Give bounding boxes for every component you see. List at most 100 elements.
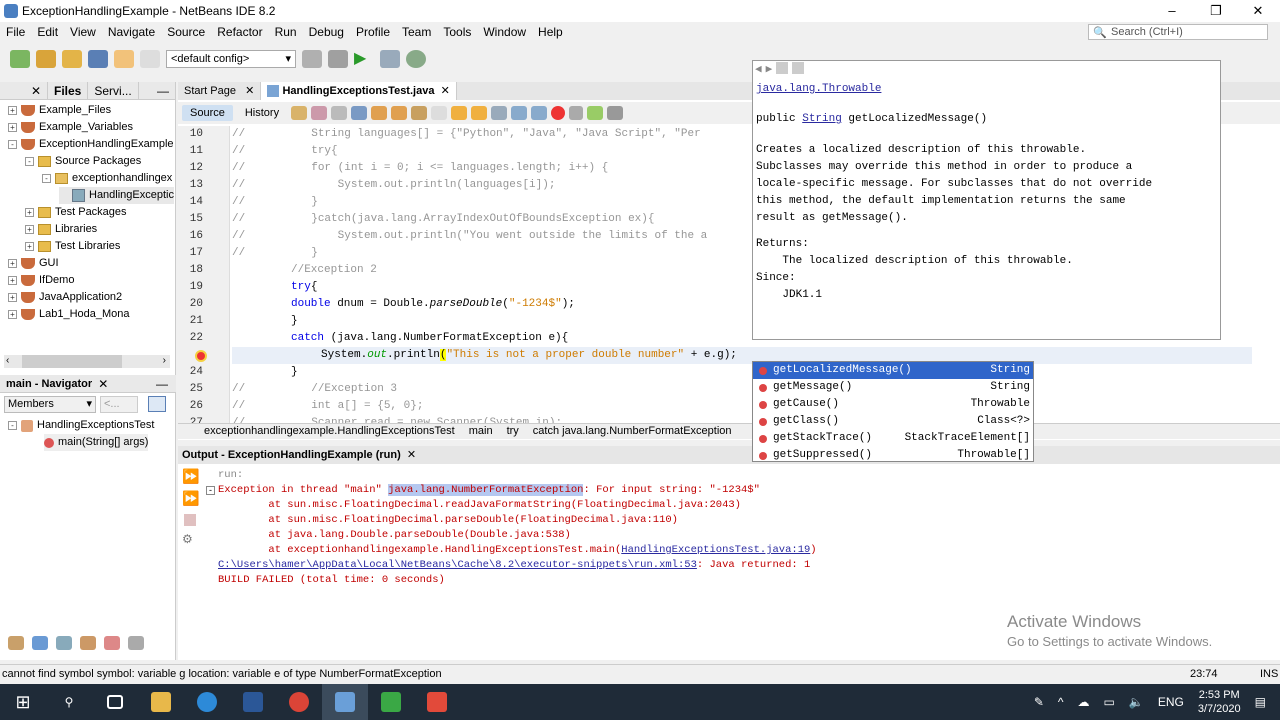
minimize-button[interactable]: – [1150, 0, 1194, 22]
chrome-icon[interactable] [276, 684, 322, 720]
sig-type-link[interactable]: String [802, 113, 842, 125]
expand-icon[interactable]: + [8, 259, 17, 268]
tree-item[interactable]: + Test Libraries [25, 238, 120, 255]
menu-debug[interactable]: Debug [303, 25, 350, 39]
ie-icon[interactable] [184, 684, 230, 720]
breadcrumb-class[interactable]: exceptionhandlingexample.HandlingExcepti… [204, 424, 455, 439]
javadoc-browser-icon[interactable] [776, 62, 789, 74]
netbeans-taskbar-icon[interactable] [322, 684, 368, 720]
expand-icon[interactable]: + [25, 242, 34, 251]
close-output-icon[interactable]: ✕ [407, 449, 416, 461]
word-icon[interactable] [230, 684, 276, 720]
volume-icon[interactable]: 🔈 [1129, 695, 1144, 709]
menu-refactor[interactable]: Refactor [211, 25, 268, 39]
tab-files[interactable]: Files [48, 82, 89, 99]
close-button[interactable]: ✕ [1236, 0, 1280, 22]
completion-item[interactable]: getCause() Throwable [753, 396, 1033, 413]
camtasia-icon[interactable] [368, 684, 414, 720]
fields-filter-icon[interactable] [8, 636, 24, 650]
record-macro-icon[interactable] [551, 106, 566, 120]
static-filter-icon[interactable] [32, 636, 48, 650]
trace-link[interactable]: HandlingExceptionsTest.java:19 [621, 544, 810, 556]
filter-select[interactable]: <... [100, 396, 138, 413]
menu-tools[interactable]: Tools [437, 25, 477, 39]
completion-item[interactable]: getClass() Class<?> [753, 413, 1033, 430]
tree-item[interactable]: + Libraries [25, 221, 97, 238]
debug-icon[interactable] [380, 50, 400, 68]
open-project-icon[interactable] [62, 50, 82, 68]
toggle-highlight-icon[interactable] [411, 106, 428, 120]
tree-item[interactable]: - ExceptionHandlingExample [8, 136, 174, 153]
navigator-item-class[interactable]: - HandlingExceptionsTest [8, 417, 154, 434]
pen-icon[interactable]: ✎ [1034, 695, 1044, 709]
menu-profile[interactable]: Profile [350, 25, 396, 39]
sort-name-icon[interactable] [128, 636, 144, 650]
path-link[interactable]: C:\Users\hamer\AppData\Local\NetBeans\Ca… [218, 559, 697, 571]
settings-icon[interactable]: ⚙ [182, 532, 193, 546]
find-icon[interactable] [351, 106, 368, 120]
expand-icon[interactable]: + [25, 208, 34, 217]
horizontal-scrollbar[interactable]: ‹ › [4, 355, 170, 368]
tree-item[interactable]: + IfDemo [8, 272, 74, 289]
task-view-icon[interactable] [92, 684, 138, 720]
menu-team[interactable]: Team [396, 25, 437, 39]
onedrive-icon[interactable]: ☁ [1078, 695, 1090, 709]
shift-left-icon[interactable] [511, 106, 528, 120]
menu-navigate[interactable]: Navigate [102, 25, 161, 39]
breadcrumb-try[interactable]: try [507, 424, 519, 439]
clean-build-icon[interactable] [328, 50, 348, 68]
menu-view[interactable]: View [64, 25, 102, 39]
rerun-with-args-icon[interactable]: ⏩ [182, 490, 199, 507]
nonpublic-filter-icon[interactable] [56, 636, 72, 650]
toggle-bookmark-icon[interactable] [491, 106, 508, 120]
tree-item[interactable]: + Lab1_Hoda_Mona [8, 306, 130, 323]
menu-edit[interactable]: Edit [31, 25, 64, 39]
expand-icon[interactable]: + [8, 123, 17, 132]
close-tab-icon[interactable]: ✕ [245, 85, 254, 97]
config-select[interactable]: <default config> ▾ [166, 50, 296, 68]
run-icon[interactable]: ▶ [354, 50, 374, 68]
tree-item[interactable]: + Example_Variables [8, 119, 133, 136]
save-all-icon[interactable] [88, 50, 108, 68]
tab-start-page[interactable]: Start Page ✕ [178, 82, 262, 100]
tree-item[interactable]: + Test Packages [25, 204, 127, 221]
tree-item[interactable]: + GUI [8, 255, 59, 272]
completion-item[interactable]: getMessage() String [753, 379, 1033, 396]
new-project-icon[interactable] [36, 50, 56, 68]
forward-icon[interactable] [331, 106, 348, 120]
breadcrumb-main[interactable]: main [469, 424, 493, 439]
search-input[interactable]: Search (Ctrl+I) [1088, 24, 1268, 40]
tree-item[interactable]: - Source Packages [25, 153, 141, 170]
stop-macro-icon[interactable] [569, 106, 584, 120]
expand-icon[interactable]: + [8, 276, 17, 285]
expand-icon[interactable]: + [8, 293, 17, 302]
notifications-icon[interactable]: ▤ [1255, 695, 1266, 709]
tab-handling-exceptions-test[interactable]: HandlingExceptionsTest.java ✕ [261, 82, 457, 100]
expand-icon[interactable]: + [8, 310, 17, 319]
tree-item[interactable]: - exceptionhandlingex [42, 170, 172, 187]
network-icon[interactable]: ▭ [1104, 695, 1115, 709]
menu-file[interactable]: File [0, 25, 31, 39]
back-icon[interactable] [311, 106, 328, 120]
uncomment-icon[interactable] [607, 106, 624, 120]
source-button[interactable]: Source [182, 105, 233, 121]
breadcrumb-catch[interactable]: catch java.lang.NumberFormatException [533, 424, 732, 439]
last-edit-icon[interactable] [291, 106, 308, 120]
javadoc-forward-icon[interactable]: ▶ [766, 62, 773, 76]
javadoc-source-icon[interactable] [792, 62, 805, 74]
menu-window[interactable]: Window [477, 25, 532, 39]
javadoc-back-icon[interactable]: ◀ [755, 62, 762, 76]
close-navigator-icon[interactable]: ✕ [98, 375, 108, 392]
shift-right-icon[interactable] [531, 106, 548, 120]
collapse-icon[interactable]: - [42, 174, 51, 183]
completion-item[interactable]: getLocalizedMessage() String [753, 362, 1033, 379]
next-bookmark-icon[interactable] [471, 106, 488, 120]
tray-chevron-icon[interactable]: ^ [1058, 695, 1064, 709]
inherited-filter-icon[interactable] [80, 636, 96, 650]
search-taskbar-icon[interactable]: ⚲ [46, 684, 92, 720]
completion-item[interactable]: getStackTrace() StackTraceElement[] [753, 430, 1033, 447]
rect-select-icon[interactable] [431, 106, 448, 120]
close-tab-icon[interactable]: ✕ [441, 85, 450, 97]
undo-icon[interactable] [114, 50, 134, 68]
close-tab-icon[interactable]: ✕ [0, 82, 48, 99]
